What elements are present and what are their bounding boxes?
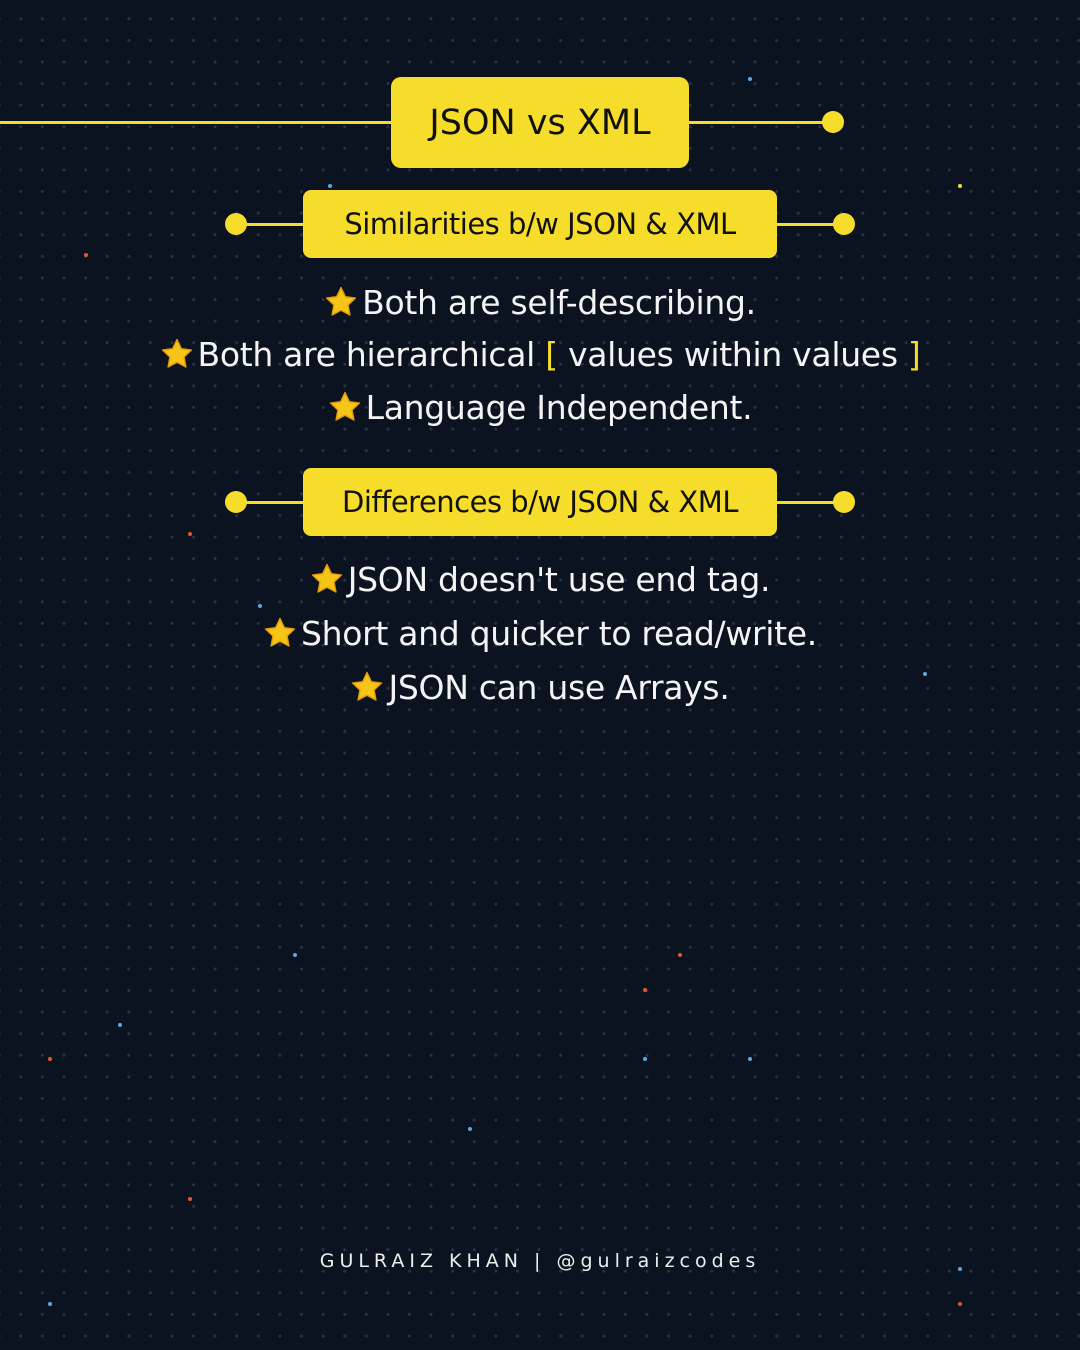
sparkle <box>328 184 332 188</box>
section-heading-similarities: Similarities b/w JSON & XML <box>303 190 777 258</box>
star-icon <box>311 563 342 593</box>
section-connector-dot-right <box>833 213 855 235</box>
sparkle <box>293 953 297 957</box>
similarities-list: Both are self-describing. Both are hiera… <box>0 275 1080 435</box>
list-item-text: JSON can use Arrays. <box>388 668 730 707</box>
list-item: Both are hierarchical [ values within va… <box>0 330 1080 380</box>
list-item-text: values within values <box>557 335 908 374</box>
section-heading-differences: Differences b/w JSON & XML <box>303 468 777 536</box>
star-icon <box>352 671 383 701</box>
list-item-text: Language Independent. <box>365 388 753 427</box>
star-icon <box>325 286 357 316</box>
sparkle <box>958 184 962 188</box>
sparkle <box>748 77 752 81</box>
list-item-text: Both are hierarchical <box>197 335 546 374</box>
list-item: JSON doesn't use end tag. <box>0 553 1080 607</box>
title-connector-right <box>689 121 833 124</box>
sparkle <box>48 1057 52 1061</box>
list-item-text: JSON doesn't use end tag. <box>347 560 771 599</box>
sparkle <box>118 1023 122 1027</box>
section-connector-left <box>236 501 303 504</box>
sparkle <box>188 532 192 536</box>
list-item: Short and quicker to read/write. <box>0 607 1080 661</box>
sparkle <box>188 1197 192 1201</box>
sparkle <box>678 953 682 957</box>
section-connector-dot-right <box>833 491 855 513</box>
section-connector-left <box>236 223 303 226</box>
sparkle <box>748 1057 752 1061</box>
page-title: JSON vs XML <box>391 77 689 168</box>
sparkle <box>84 253 88 257</box>
sparkle <box>468 1127 472 1131</box>
sparkle <box>643 1057 647 1061</box>
title-connector-left <box>0 121 391 124</box>
list-item: Language Independent. <box>0 380 1080 435</box>
list-item: JSON can use Arrays. <box>0 661 1080 715</box>
bracket-open: [ <box>545 335 558 374</box>
sparkle <box>48 1302 52 1306</box>
sparkle <box>958 1302 962 1306</box>
differences-list: JSON doesn't use end tag. Short and quic… <box>0 553 1080 715</box>
bracket-close: ] <box>907 335 921 374</box>
footer-credit: GULRAIZ KHAN | @gulraizcodes <box>319 1250 761 1272</box>
list-item-text: Both are self-describing. <box>362 283 756 322</box>
sparkle <box>643 988 647 992</box>
star-icon <box>329 391 360 421</box>
title-connector-dot <box>822 111 844 133</box>
list-item-text: Short and quicker to read/write. <box>301 614 817 653</box>
list-item: Both are self-describing. <box>0 275 1080 330</box>
star-icon <box>264 617 296 647</box>
star-icon <box>161 338 192 368</box>
